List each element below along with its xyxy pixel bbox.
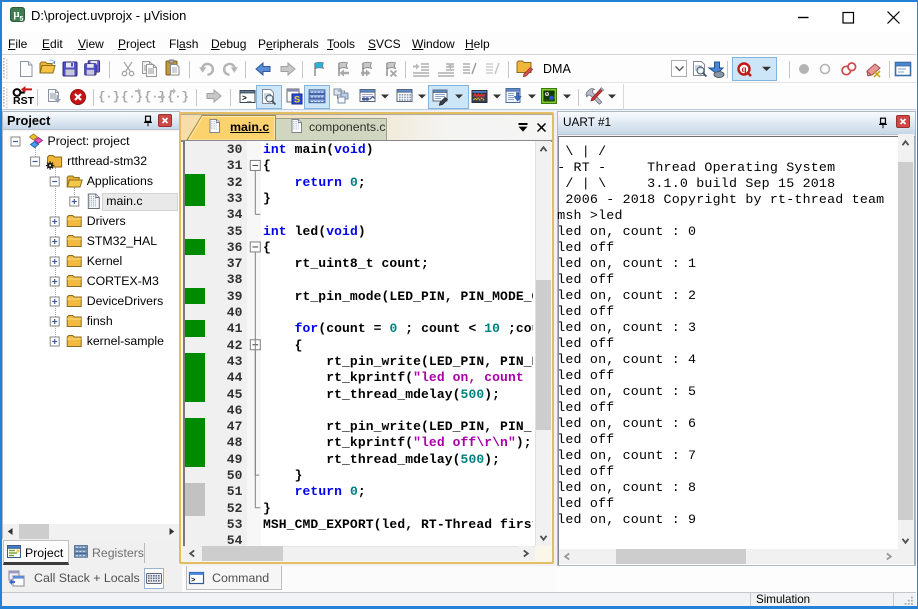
- svg-text:>: >: [191, 577, 196, 585]
